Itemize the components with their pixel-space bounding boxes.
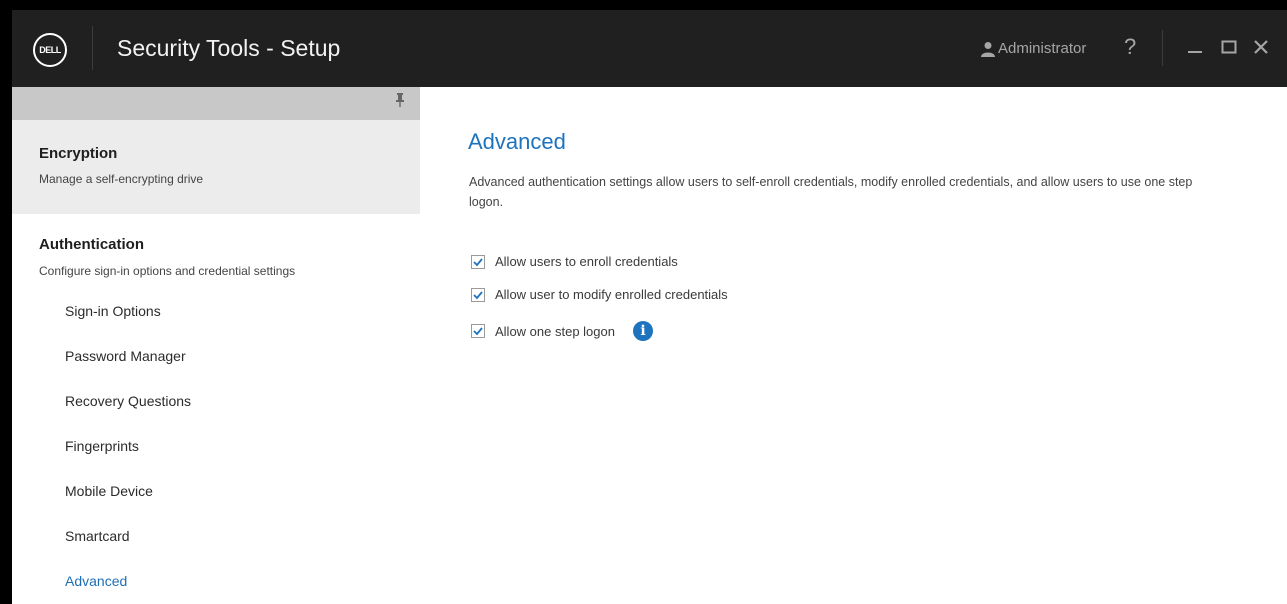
maximize-icon <box>1221 40 1237 54</box>
sidebar-item-recovery-questions[interactable]: Recovery Questions <box>65 393 191 409</box>
close-button[interactable] <box>1248 34 1274 60</box>
page-title: Advanced <box>468 129 566 154</box>
one-step-logon-label: Allow one step logon <box>495 323 615 339</box>
option-one-step-logon[interactable]: Allow one step logon i <box>471 321 653 341</box>
pin-icon[interactable] <box>395 93 405 107</box>
checkmark-icon <box>473 327 483 336</box>
title-bar: DELL Security Tools - Setup Administrato… <box>12 10 1287 87</box>
sidebar-item-advanced[interactable]: Advanced <box>65 573 127 589</box>
minimize-icon <box>1188 51 1202 53</box>
title-divider-2 <box>1162 30 1163 66</box>
sidebar-item-smartcard[interactable]: Smartcard <box>65 528 130 544</box>
option-modify-credentials[interactable]: Allow user to modify enrolled credential… <box>471 287 728 302</box>
user-name: Administrator <box>998 40 1087 57</box>
sidebar: Encryption Manage a self-encrypting driv… <box>12 87 420 604</box>
maximize-button[interactable] <box>1216 34 1242 60</box>
authentication-title[interactable]: Authentication <box>39 236 144 253</box>
option-enroll-credentials[interactable]: Allow users to enroll credentials <box>471 254 678 269</box>
help-icon[interactable]: ? <box>1124 34 1136 60</box>
sidebar-item-mobile-device[interactable]: Mobile Device <box>65 483 153 499</box>
sidebar-item-password-manager[interactable]: Password Manager <box>65 348 186 364</box>
minimize-button[interactable] <box>1182 34 1208 60</box>
encryption-title: Encryption <box>39 145 118 162</box>
sidebar-item-sign-in-options[interactable]: Sign-in Options <box>65 303 161 319</box>
authentication-subtitle: Configure sign-in options and credential… <box>39 264 296 278</box>
modify-credentials-checkbox[interactable] <box>471 287 485 302</box>
checkmark-icon <box>473 290 483 299</box>
sidebar-section-encryption[interactable]: Encryption Manage a self-encrypting driv… <box>12 120 420 214</box>
enroll-credentials-label: Allow users to enroll credentials <box>495 254 678 269</box>
modify-credentials-label: Allow user to modify enrolled credential… <box>495 287 728 302</box>
dell-logo-icon: DELL <box>33 33 67 67</box>
window-frame-top <box>0 0 1287 10</box>
user-icon <box>981 41 995 57</box>
encryption-subtitle: Manage a self-encrypting drive <box>39 172 204 186</box>
close-icon <box>1254 40 1268 54</box>
page-description: Advanced authentication settings allow u… <box>469 175 1193 209</box>
one-step-logon-checkbox[interactable] <box>471 324 485 338</box>
main-content: Advanced Advanced authentication setting… <box>420 87 1287 604</box>
app-title: Security Tools - Setup <box>117 35 341 61</box>
sidebar-item-fingerprints[interactable]: Fingerprints <box>65 438 139 454</box>
checkmark-icon <box>473 257 483 266</box>
info-icon[interactable]: i <box>632 321 653 341</box>
enroll-credentials-checkbox[interactable] <box>471 254 485 269</box>
sidebar-pin-bar <box>12 87 420 120</box>
user-menu[interactable]: Administrator <box>980 40 1086 57</box>
title-divider <box>92 26 93 70</box>
window-frame-left <box>0 0 12 604</box>
